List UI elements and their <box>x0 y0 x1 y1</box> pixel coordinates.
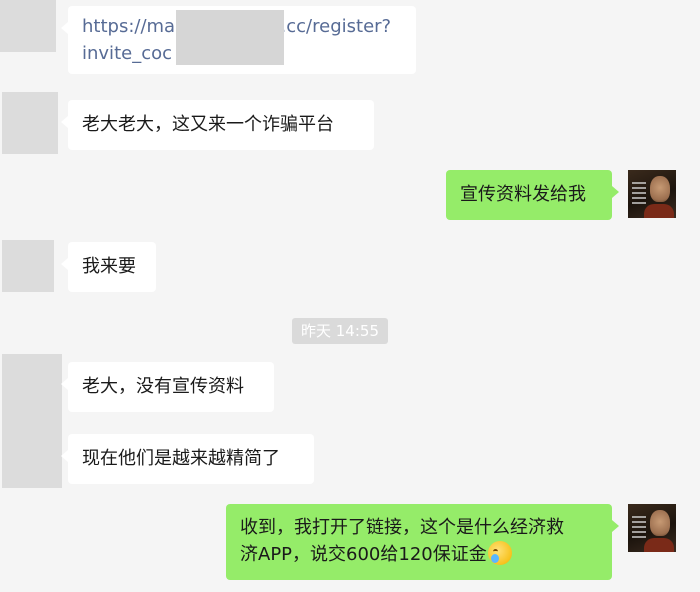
avatar-shirt-graphic <box>644 538 674 552</box>
crying-laughing-emoji-icon <box>487 541 512 565</box>
contact-avatar[interactable] <box>2 240 54 292</box>
message-bubble-sent[interactable]: 宣传资料发给我 <box>446 170 619 220</box>
message-text: 我来要 <box>82 256 136 277</box>
message-bubble-sent[interactable]: 收到，我打开了链接，这个是什么经济救 济APP，说交600给120保证金 <box>226 504 619 580</box>
message-bubble[interactable]: 现在他们是越来越精简了 <box>61 434 314 484</box>
message-text: 老大，没有宣传资料 <box>82 376 244 397</box>
message-text: 老大老大，这又来一个诈骗平台 <box>82 114 334 135</box>
contact-avatar[interactable] <box>2 92 58 154</box>
message-text-line-1: 收到，我打开了链接，这个是什么经济救 <box>240 517 564 538</box>
avatar-shirt-graphic <box>644 204 674 218</box>
message-text: 现在他们是越来越精简了 <box>82 448 280 469</box>
avatar-caption-graphic <box>632 516 646 538</box>
message-bubble[interactable]: 老大，没有宣传资料 <box>61 362 274 412</box>
message-bubble[interactable]: 老大老大，这又来一个诈骗平台 <box>61 100 374 150</box>
my-avatar[interactable] <box>628 170 676 218</box>
message-bubble[interactable]: 我来要 <box>61 242 156 292</box>
avatar-face-graphic <box>650 510 670 536</box>
avatar-face-graphic <box>650 176 670 202</box>
redaction-box <box>176 10 284 65</box>
message-text-line-2: 济APP，说交600给120保证金 <box>240 541 598 568</box>
message-text: 宣传资料发给我 <box>460 184 586 205</box>
timestamp-divider: 昨天 14:55 <box>292 318 388 344</box>
contact-avatar[interactable] <box>0 0 56 52</box>
contact-avatar[interactable] <box>2 354 62 488</box>
avatar-caption-graphic <box>632 182 646 204</box>
my-avatar[interactable] <box>628 504 676 552</box>
